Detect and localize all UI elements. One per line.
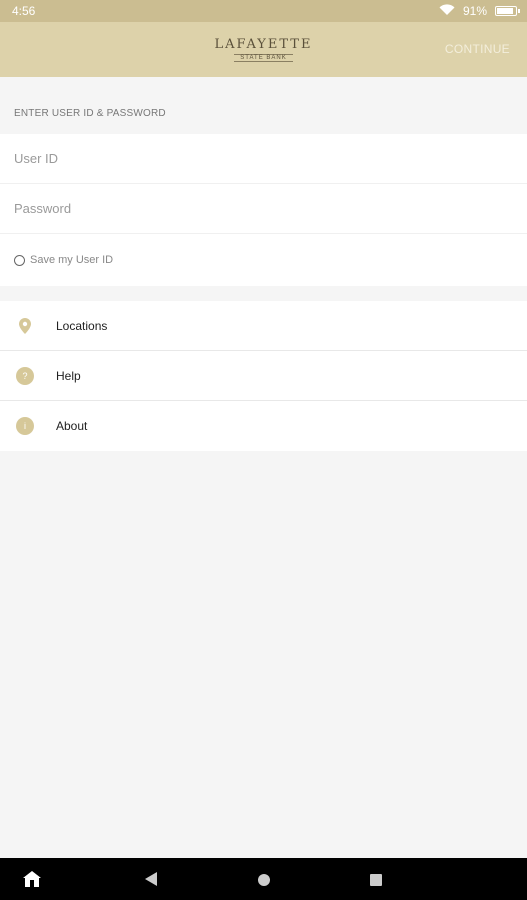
menu-label-locations: Locations [56,318,108,333]
user-id-row [0,134,527,184]
help-glyph: ? [16,366,34,385]
password-row [0,184,527,234]
help-icon: ? [16,366,34,385]
wifi-icon [439,3,455,19]
info-icon: i [16,417,34,435]
app-bar: LAFAYETTE STATE BANK CONTINUE [0,22,527,77]
menu-item-locations[interactable]: Locations [0,301,527,351]
menu-label-help: Help [56,368,81,383]
menu-item-about[interactable]: i About [0,401,527,451]
menu-label-about: About [56,419,88,433]
info-glyph: i [16,417,34,435]
system-nav-bar [0,858,527,900]
save-user-id-label: Save my User ID [30,254,114,266]
login-form: Save my User ID [0,134,527,286]
save-user-id-option[interactable]: Save my User ID [0,234,527,286]
user-id-field[interactable] [14,151,494,166]
logo-main-text: LAFAYETTE [214,37,313,52]
bank-logo: LAFAYETTE STATE BANK [215,37,313,62]
back-icon[interactable] [145,872,157,891]
password-field[interactable] [14,201,494,216]
menu-list: Locations ? Help i About [0,301,527,451]
battery-level-fill [497,8,514,14]
menu-item-help[interactable]: ? Help [0,351,527,401]
login-section-title: ENTER USER ID & PASSWORD [14,108,166,119]
status-indicators: 91% [439,3,520,19]
battery-icon [495,6,520,16]
status-bar: 4:56 91% [0,0,527,22]
home-launcher-icon[interactable] [23,871,41,892]
home-icon[interactable] [258,873,270,891]
continue-button[interactable]: CONTINUE [445,42,510,56]
save-user-id-radio[interactable] [14,254,25,266]
battery-percent: 91% [462,4,487,18]
recents-icon[interactable] [370,873,382,891]
location-pin-icon [16,317,34,335]
status-time: 4:56 [12,4,36,18]
logo-sub-text: STATE BANK [234,54,293,62]
